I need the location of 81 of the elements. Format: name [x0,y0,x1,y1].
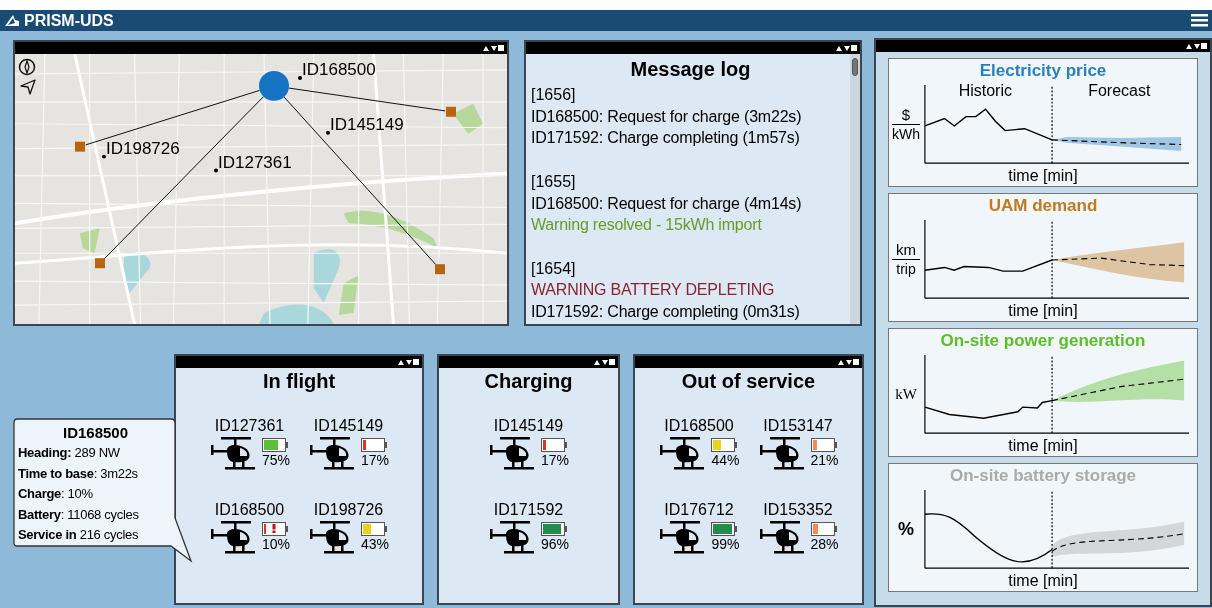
menu-icon[interactable] [1191,14,1208,27]
aircraft-id: ID153352 [763,500,833,520]
battery-percent: 43% [361,536,390,552]
chart-title: Electricity price [979,60,1107,82]
battery-percent: 44% [711,452,740,468]
y-axis-label: % [898,518,914,541]
y-axis-label: kW [895,385,917,405]
tooltip-title: ID168500 [62,423,129,443]
aircraft-label: ID127361 [218,154,292,171]
x-axis-label: time [min] [1008,166,1078,186]
window-controls-icon[interactable] [397,358,419,366]
navigation-arrow-icon[interactable] [20,79,36,95]
window-controls-icon[interactable] [1185,42,1207,50]
compass-icon[interactable] [18,58,36,76]
aircraft-id: ID153147 [763,416,833,436]
y-axis-label: km [896,241,916,259]
window-controls-icon[interactable] [837,358,859,366]
tooltip-detail: Heading: 289 NW [18,444,121,462]
log-message: ID171592: Charge completing (0m31s) [531,302,800,322]
log-message: ID168500: Request for charge (3m22s) [531,106,802,127]
aircraft-marker[interactable] [298,75,302,80]
log-timestamp: [1656] [531,85,576,105]
scrollbar[interactable] [850,54,860,324]
aircraft-marker[interactable] [326,130,330,135]
battery-percent: 17% [361,452,390,468]
y-axis-label: trip [896,260,916,278]
x-axis-label: time [min] [1008,301,1078,321]
aircraft-id: ID145149 [493,416,564,436]
aircraft-id: ID127361 [214,416,285,436]
battery-percent: 28% [810,536,839,552]
window-controls-icon[interactable] [593,358,615,366]
aircraft-id: ID168500 [214,500,285,520]
log-message: Warning resolved - 15kWh import [531,215,762,236]
aircraft-marker[interactable] [102,154,106,159]
battery-percent: 10% [261,536,290,552]
battery-percent: 96% [541,536,569,552]
fleet-panel-title: Charging [484,369,573,394]
log-message: WARNING BATTERY DEPLETING [531,280,775,301]
fleet-panel-title: In flight [262,369,336,394]
aircraft-id: ID171592 [493,500,564,520]
tooltip-detail: Charge: 10% [18,485,94,503]
aircraft-id: ID176712 [664,500,734,520]
scrollbar-thumb[interactable] [852,58,858,76]
x-axis-label: time [min] [1008,571,1078,591]
message-log-title: Message log [629,57,752,82]
window-controls-icon[interactable] [835,44,857,52]
aircraft-label: ID145149 [330,116,404,133]
tooltip-detail: Service in 216 cycles [18,526,140,544]
segment-label: Historic [958,82,1012,99]
charging-station-marker[interactable] [75,141,85,152]
battery-percent: 75% [261,452,290,468]
log-message: ID168500: Request for charge (4m14s) [531,193,802,214]
charging-station-marker[interactable] [435,264,445,275]
log-timestamp: [1654] [531,258,576,279]
chart-title: On-site battery storage [949,465,1137,487]
base-marker[interactable] [259,70,289,101]
segment-label: Forecast [1088,82,1151,99]
log-timestamp: [1655] [531,171,576,192]
battery-percent: 17% [541,452,569,468]
aircraft-id: ID168500 [664,416,734,436]
charging-station-marker[interactable] [95,258,105,269]
y-axis-label: kWh [892,125,920,143]
logo-icon [4,14,20,27]
aircraft-label: ID168500 [302,61,376,78]
log-message: ID171592: Charge completing (1m57s) [531,128,800,149]
chart-title: On-site power generation [940,330,1146,352]
y-axis-label: $ [901,106,911,124]
aircraft-marker[interactable] [214,168,218,173]
chart-title: UAM demand [988,195,1098,217]
tooltip-detail: Time to base: 3m22s [18,464,139,483]
aircraft-id: ID145149 [313,416,384,436]
window-controls-icon[interactable] [482,44,504,52]
battery-percent: 21% [810,452,839,468]
fleet-panel-title: Out of service [681,369,816,394]
aircraft-label: ID198726 [106,140,180,157]
battery-percent: 99% [711,536,740,552]
aircraft-id: ID198726 [313,500,384,520]
x-axis-label: time [min] [1008,436,1078,456]
tooltip-detail: Battery: 11068 cycles [18,505,140,524]
charging-station-marker[interactable] [446,106,456,117]
app-title: PRISM-UDS [24,12,114,29]
